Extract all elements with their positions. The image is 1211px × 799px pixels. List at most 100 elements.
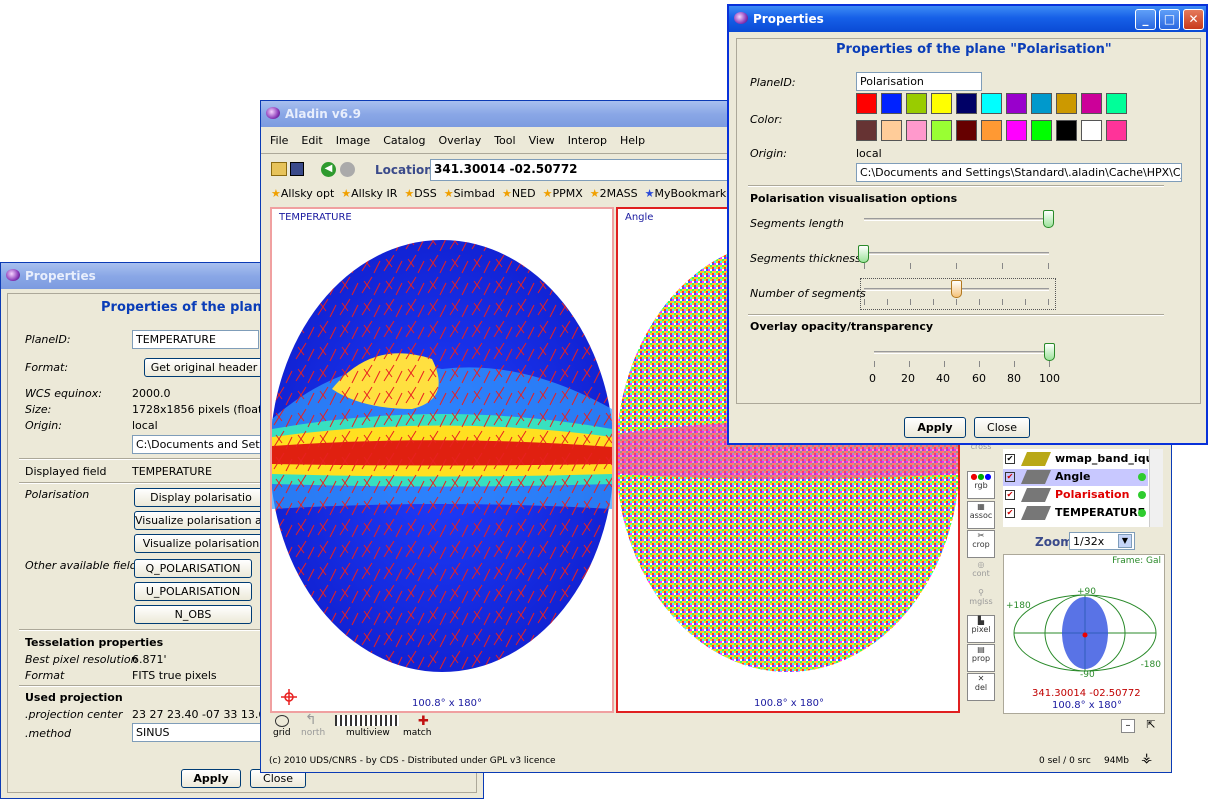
north-icon[interactable]: ↰ — [305, 712, 317, 728]
maximize-button[interactable]: □ — [1159, 9, 1180, 30]
menu-interop[interactable]: Interop — [568, 134, 607, 147]
color-label: Color: — [750, 113, 783, 126]
menu-file[interactable]: File — [270, 134, 288, 147]
cross-tool[interactable]: cross — [967, 441, 995, 469]
plane-row[interactable]: ✔ TEMPERATURE — [1003, 505, 1148, 522]
match-icon[interactable]: ✚ — [418, 714, 429, 729]
plane-row[interactable]: ✔ wmap_band_iqu — [1003, 451, 1153, 468]
segments-length-track[interactable] — [864, 218, 1049, 221]
bookmark-ppmx[interactable]: PPMX — [552, 187, 582, 200]
color-swatch[interactable] — [981, 93, 1002, 114]
u-polarisation-button[interactable]: U_POLARISATION — [134, 582, 252, 601]
assoc-tool[interactable]: ▦ assoc — [967, 501, 995, 529]
get-original-header-button[interactable]: Get original header — [144, 358, 264, 377]
display-polarisation-button[interactable]: Display polarisatio — [134, 488, 268, 507]
bookmark-allsky-ir[interactable]: Allsky IR — [351, 187, 397, 200]
plane-row[interactable]: ✔ Angle — [1003, 469, 1148, 486]
close-window-button[interactable]: ✕ — [1183, 9, 1204, 30]
back-icon[interactable]: ◀ — [321, 162, 336, 177]
color-swatch[interactable] — [1081, 93, 1102, 114]
size-label: Size: — [25, 403, 52, 416]
plane-scrollbar[interactable] — [1149, 449, 1163, 527]
color-swatch[interactable] — [1056, 93, 1077, 114]
minimize-panel-icon[interactable]: – — [1121, 719, 1135, 733]
tick-label: 40 — [936, 372, 950, 385]
path-field[interactable]: C:\Documents and Setting — [132, 435, 266, 454]
color-swatch[interactable] — [1081, 120, 1102, 141]
cont-tool[interactable]: ◎ cont — [967, 559, 995, 587]
q-polarisation-button[interactable]: Q_POLARISATION — [134, 559, 252, 578]
color-swatch[interactable] — [856, 120, 877, 141]
bookmark-2mass[interactable]: 2MASS — [600, 187, 638, 200]
color-swatch[interactable] — [856, 93, 877, 114]
color-swatch[interactable] — [881, 93, 902, 114]
color-swatch[interactable] — [906, 93, 927, 114]
color-swatch[interactable] — [1031, 120, 1052, 141]
visualize-polarisation-angle-button[interactable]: Visualize polarisation — [134, 534, 268, 553]
location-input[interactable]: 341.30014 -02.50772 — [430, 159, 730, 181]
color-swatch[interactable] — [906, 120, 927, 141]
bookmark-allsky-opt[interactable]: Allsky opt — [281, 187, 334, 200]
multiview-icon[interactable] — [335, 715, 399, 726]
segments-length-thumb[interactable] — [1043, 210, 1054, 228]
minimize-button[interactable]: _ — [1135, 9, 1156, 30]
planeid-field[interactable]: Polarisation — [856, 72, 982, 91]
best-res-value: 6.871' — [132, 653, 167, 666]
n-obs-button[interactable]: N_OBS — [134, 605, 252, 624]
planeid-field[interactable]: TEMPERATURE — [132, 330, 259, 349]
navigator-panel[interactable]: Frame: Gal +90 -90 +180 -180 341.30014 -… — [1003, 554, 1165, 714]
prop-tool[interactable]: ▤ prop — [967, 644, 995, 672]
opacity-thumb[interactable] — [1044, 343, 1055, 361]
del-tool[interactable]: ✕ del — [967, 673, 995, 701]
color-swatch[interactable] — [956, 93, 977, 114]
rgb-tool[interactable]: ●●● rgb — [967, 471, 995, 499]
menu-edit[interactable]: Edit — [301, 134, 322, 147]
color-swatch[interactable] — [1106, 120, 1127, 141]
save-icon[interactable] — [290, 162, 304, 176]
crop-tool[interactable]: ✂ crop — [967, 530, 995, 558]
projection-heading: Used projection — [25, 691, 123, 704]
menu-catalog[interactable]: Catalog — [383, 134, 425, 147]
color-swatch[interactable] — [1006, 93, 1027, 114]
color-swatch[interactable] — [931, 120, 952, 141]
segments-thickness-track[interactable] — [864, 252, 1049, 255]
path-field[interactable]: C:\Documents and Settings\Standard\.alad… — [856, 163, 1182, 182]
menu-tool[interactable]: Tool — [494, 134, 515, 147]
plane-row[interactable]: ✔ Polarisation — [1003, 487, 1148, 504]
pixel-tool[interactable]: ▙ pixel — [967, 615, 995, 643]
plane-name: TEMPERATURE — [1055, 506, 1146, 519]
menu-overlay[interactable]: Overlay — [438, 134, 481, 147]
color-swatch[interactable] — [956, 120, 977, 141]
method-select[interactable]: SINUS — [132, 723, 266, 742]
menu-help[interactable]: Help — [620, 134, 645, 147]
close-button[interactable]: Close — [974, 417, 1030, 438]
visualize-polarisation-amp-button[interactable]: Visualize polarisation am — [134, 511, 268, 530]
color-swatch[interactable] — [1006, 120, 1027, 141]
bookmark-mybookmark[interactable]: MyBookmark — [654, 187, 726, 200]
color-swatch[interactable] — [1031, 93, 1052, 114]
method-label: .method — [25, 727, 71, 740]
view-temperature[interactable]: TEMPERATURE 100.8° x 180° — [270, 207, 614, 713]
chevron-down-icon[interactable]: ▼ — [1118, 534, 1132, 548]
external-window-icon[interactable]: ⇱ — [1144, 719, 1158, 733]
projection-center-value: 23 27 23.40 -07 33 13.6 — [132, 708, 266, 721]
number-of-segments-thumb[interactable] — [951, 280, 962, 298]
mglss-tool[interactable]: ⚲ mglss — [967, 587, 995, 615]
segments-thickness-thumb[interactable] — [858, 245, 869, 263]
bookmark-dss[interactable]: DSS — [414, 187, 436, 200]
color-swatch[interactable] — [1106, 93, 1127, 114]
open-folder-icon[interactable] — [271, 162, 287, 176]
forward-icon[interactable] — [340, 162, 355, 177]
color-swatch[interactable] — [931, 93, 952, 114]
menu-view[interactable]: View — [529, 134, 555, 147]
apply-button[interactable]: Apply — [904, 417, 966, 438]
opacity-track[interactable] — [874, 351, 1050, 354]
menu-image[interactable]: Image — [336, 134, 370, 147]
color-swatch[interactable] — [1056, 120, 1077, 141]
color-swatch[interactable] — [881, 120, 902, 141]
bookmark-ned[interactable]: NED — [512, 187, 536, 200]
bookmark-simbad[interactable]: Simbad — [454, 187, 495, 200]
grid-icon[interactable] — [275, 715, 289, 727]
color-swatch[interactable] — [981, 120, 1002, 141]
apply-button[interactable]: Apply — [181, 769, 241, 788]
